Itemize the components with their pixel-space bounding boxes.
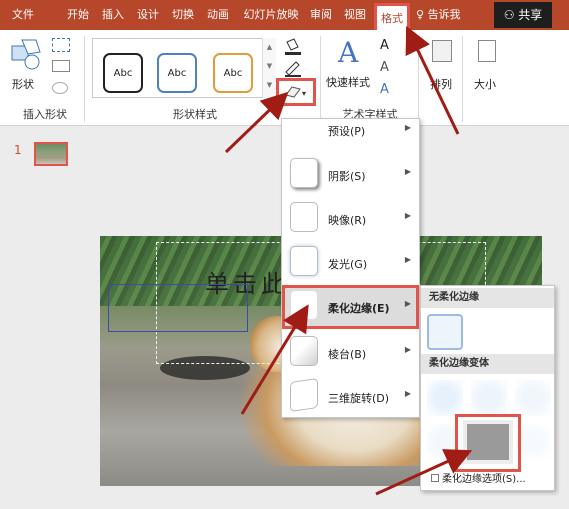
menu-item-label: 阴影(S)	[328, 170, 366, 183]
arrange-icon	[432, 40, 452, 62]
share-button[interactable]: ⚇ 共享	[494, 2, 552, 28]
chevron-right-icon: ▶	[404, 167, 411, 176]
shapes-label: 形状	[12, 78, 34, 91]
chevron-right-icon: ▶	[404, 345, 411, 354]
chevron-right-icon: ▶	[404, 123, 411, 132]
arrange-label: 排列	[430, 78, 452, 91]
shape-outline-button[interactable]	[282, 60, 310, 78]
lightbulb-icon: ♀︎	[416, 8, 428, 21]
chevron-right-icon: ▶	[404, 211, 411, 220]
slide-thumbnails-panel: 1	[0, 127, 88, 509]
selected-variant-preview	[463, 420, 513, 464]
tell-me-label: 告诉我	[427, 8, 461, 21]
soft-edge-options-label: 柔化边缘选项(S)...	[442, 474, 526, 485]
text-box-icon[interactable]	[52, 60, 70, 72]
tab-home[interactable]: 开始	[64, 0, 92, 30]
soft-edges-icon	[290, 290, 318, 320]
menu-item-preset[interactable]: 预设(P) ▶	[282, 119, 419, 141]
no-soft-edges-header: 无柔化边缘	[421, 288, 554, 308]
shape-fill-button[interactable]	[282, 38, 310, 56]
tab-insert[interactable]: 插入	[99, 0, 127, 30]
tab-slideshow[interactable]: 幻灯片放映	[238, 0, 304, 30]
menu-item-reflection[interactable]: 映像(R) ▶	[282, 197, 419, 241]
group-divider	[84, 36, 85, 122]
shapes-gallery-button[interactable]: 形状	[8, 36, 44, 100]
paint-bucket-icon	[285, 38, 301, 55]
size-button[interactable]: 大小	[468, 36, 508, 100]
chevron-right-icon: ▶	[404, 299, 411, 308]
tab-design[interactable]: 设计	[134, 0, 162, 30]
menu-item-label: 预设(P)	[328, 125, 366, 138]
soft-edges-submenu: 无柔化边缘 柔化边缘变体 柔化边缘选项(S)...	[420, 285, 555, 491]
share-label: 共享	[518, 8, 543, 22]
style-sample-black[interactable]: Abc	[103, 53, 143, 93]
shape-styles-group-label: 形状样式	[173, 108, 217, 121]
shapes-icon	[11, 39, 41, 70]
glow-icon	[290, 246, 318, 276]
ribbon-format: 形状 插入形状 Abc Abc Abc ▲ ▼ ▼ ▾ 形状样式 A 快速样式 A …	[0, 30, 569, 126]
checkbox-icon	[431, 474, 439, 482]
style-sample-blue[interactable]: Abc	[157, 53, 197, 93]
menu-item-3d-rotation[interactable]: 三维旋转(D) ▶	[282, 375, 419, 419]
menu-item-soft-edges[interactable]: 柔化边缘(E) ▶	[282, 285, 419, 329]
quick-styles-button[interactable]: A 快速样式	[326, 36, 376, 100]
menu-item-label: 发光(G)	[328, 258, 368, 271]
style-sample-orange[interactable]: Abc	[213, 53, 253, 93]
shadow-icon	[290, 158, 318, 188]
soft-edge-variants-header: 柔化边缘变体	[421, 354, 554, 374]
soft-edge-variant-1[interactable]	[427, 380, 463, 416]
menu-item-shadow[interactable]: 阴影(S) ▶	[282, 153, 419, 197]
insert-shapes-group-label: 插入形状	[23, 108, 67, 121]
person-icon: ⚇	[503, 8, 519, 22]
group-divider	[462, 36, 463, 122]
arrange-button[interactable]: 排列	[424, 36, 460, 100]
tab-view[interactable]: 视图	[340, 0, 370, 30]
reflection-icon	[290, 202, 318, 232]
menu-item-label: 柔化边缘(E)	[328, 302, 390, 315]
text-outline-icon[interactable]: A	[380, 60, 389, 75]
edit-shape-icon[interactable]	[52, 38, 70, 52]
chevron-down-icon: ▼	[266, 62, 273, 70]
soft-edge-variant-2[interactable]	[471, 380, 507, 416]
text-effects-icon[interactable]: A	[380, 82, 389, 97]
tab-file[interactable]: 文件	[8, 0, 38, 30]
menu-item-label: 三维旋转(D)	[328, 392, 390, 405]
slide-number: 1	[14, 143, 22, 157]
chevron-right-icon: ▶	[404, 389, 411, 398]
group-divider	[320, 36, 321, 122]
shape-effects-menu: 预设(P) ▶ 阴影(S) ▶ 映像(R) ▶ 发光(G) ▶ 柔化边缘(E) …	[281, 118, 420, 418]
shape-effects-highlight	[276, 78, 316, 106]
no-soft-edge-option[interactable]	[427, 314, 463, 350]
gallery-scroll[interactable]: ▲ ▼ ▼	[262, 38, 276, 98]
tab-transitions[interactable]: 切换	[169, 0, 197, 30]
3d-rotation-icon	[290, 378, 318, 412]
merge-shapes-icon[interactable]	[52, 82, 68, 94]
tell-me-search[interactable]: ♀︎ 告诉我	[416, 0, 461, 30]
bevel-icon	[290, 336, 318, 366]
size-icon	[478, 40, 496, 62]
ribbon-tab-bar: 文件 开始 插入 设计 切换 动画 幻灯片放映 审阅 视图 格式 ♀︎ 告诉我 …	[0, 0, 569, 30]
menu-item-glow[interactable]: 发光(G) ▶	[282, 241, 419, 285]
wordart-a-icon: A	[338, 36, 359, 69]
soft-edge-options-link[interactable]: 柔化边缘选项(S)...	[431, 470, 526, 485]
chevron-up-icon: ▲	[266, 43, 273, 51]
pen-icon	[285, 61, 301, 77]
menu-item-bevel[interactable]: 棱台(B) ▶	[282, 331, 419, 375]
soft-edge-variant-3[interactable]	[515, 380, 551, 416]
selected-shape[interactable]	[108, 284, 248, 332]
shape-styles-gallery[interactable]: Abc Abc Abc	[92, 38, 276, 98]
more-icon: ▼	[266, 81, 273, 89]
tab-review[interactable]: 审阅	[306, 0, 336, 30]
slide-thumbnail[interactable]	[34, 142, 68, 166]
quick-styles-label: 快速样式	[326, 76, 370, 89]
menu-item-label: 棱台(B)	[328, 348, 367, 361]
group-divider	[418, 36, 419, 122]
tab-animations[interactable]: 动画	[204, 0, 232, 30]
tab-format[interactable]: 格式	[374, 3, 410, 30]
size-label: 大小	[474, 78, 496, 91]
chevron-right-icon: ▶	[404, 255, 411, 264]
menu-item-label: 映像(R)	[328, 214, 367, 227]
text-fill-icon[interactable]: A	[380, 38, 389, 53]
